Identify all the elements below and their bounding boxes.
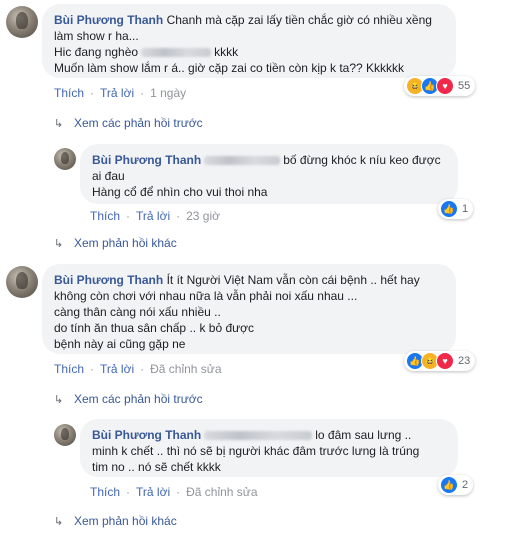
love-icon: ♥ <box>436 77 454 95</box>
like-button[interactable]: Thích <box>90 209 120 223</box>
reaction-count: 1 <box>462 203 469 215</box>
reply-arrow-icon: ↳ <box>54 238 64 250</box>
comment-text: tim no .. nó sẽ chết kkkk <box>92 460 221 474</box>
timestamp[interactable]: 23 giờ <box>186 209 220 223</box>
reaction-summary[interactable]: 👍 😆 ♥ 23 <box>404 351 476 371</box>
comment-author[interactable]: Bùi Phương Thanh <box>54 13 163 27</box>
comment-bubble: Bùi Phương Thanh bố đừng khóc k níu keo đ… <box>80 144 458 204</box>
reaction-count: 23 <box>458 355 471 367</box>
redacted-text <box>204 431 313 441</box>
reply-arrow-icon: ↳ <box>54 118 64 130</box>
avatar[interactable] <box>54 424 76 446</box>
comment-text: kkkk <box>214 45 239 59</box>
comment-bubble: Bùi Phương Thanh Chanh mà cặp zai lấy ti… <box>42 4 456 78</box>
view-previous-replies[interactable]: ↳ Xem các phản hồi trước <box>54 392 203 406</box>
like-icon: 👍 <box>440 476 458 494</box>
love-icon: ♥ <box>436 352 454 370</box>
comment-text: Muốn làm show lắm r á.. giờ cặp zai co t… <box>54 61 405 75</box>
comment-text: Chanh mà cặp zai lấy tiền chắc giờ có nh… <box>166 13 432 27</box>
reaction-summary[interactable]: 👍 1 <box>438 199 474 219</box>
view-previous-replies[interactable]: ↳ Xem các phản hồi trước <box>54 116 203 130</box>
like-button[interactable]: Thích <box>90 485 120 499</box>
comment-text: do tính ăn thua sân chấp .. k bỏ được <box>54 321 255 335</box>
reply-button[interactable]: Trả lời <box>100 86 134 100</box>
redacted-text <box>141 48 212 58</box>
comment-text: không còn chơi với nhau nữa là vẫn phải … <box>54 289 358 303</box>
comment-text: Hàng cổ để nhìn cho vui thoi nha <box>92 185 268 199</box>
reaction-summary[interactable]: 😆 👍 ♥ 55 <box>404 76 476 96</box>
reply-button[interactable]: Trả lời <box>100 362 134 376</box>
comment-text: Ít ít Người Việt Nam vẫn còn cái bệnh ..… <box>166 273 420 287</box>
reaction-count: 2 <box>462 479 469 491</box>
comment-text: bệnh này ai cũng gặp ne <box>54 337 186 351</box>
view-more-replies[interactable]: ↳ Xem phản hồi khác <box>54 514 177 528</box>
comment-text: làm show r ha... <box>54 29 139 43</box>
reply-button[interactable]: Trả lời <box>136 209 170 223</box>
reply-arrow-icon: ↳ <box>54 516 64 528</box>
comment-text: ai đau <box>92 169 125 183</box>
timestamp[interactable]: 1 ngày <box>150 86 186 100</box>
comment-actions: Thích · Trả lời · 1 ngày <box>54 86 187 100</box>
comment-author[interactable]: Bùi Phương Thanh <box>92 428 201 442</box>
comment-text: bố đừng khóc k níu keo được <box>283 153 441 167</box>
comment-text: minh k chết .. thì nó sẽ bị người khác đ… <box>92 444 420 458</box>
comment-bubble: Bùi Phương Thanh lo đâm sau lưng .. minh … <box>80 419 458 477</box>
redacted-text <box>204 156 281 166</box>
reaction-summary[interactable]: 👍 2 <box>438 475 474 495</box>
reply-button[interactable]: Trả lời <box>136 485 170 499</box>
edited-label[interactable]: Đã chỉnh sửa <box>150 362 221 376</box>
comment-author[interactable]: Bùi Phương Thanh <box>92 153 201 167</box>
avatar[interactable] <box>6 6 38 38</box>
comment-bubble: Bùi Phương Thanh Ít ít Người Việt Nam vẫ… <box>42 264 456 354</box>
view-more-replies[interactable]: ↳ Xem phản hồi khác <box>54 236 177 250</box>
comment-text: càng thân càng nói xấu nhiều .. <box>54 305 221 319</box>
avatar[interactable] <box>54 148 76 170</box>
avatar[interactable] <box>6 266 38 298</box>
like-button[interactable]: Thích <box>54 86 84 100</box>
like-button[interactable]: Thích <box>54 362 84 376</box>
edited-label[interactable]: Đã chỉnh sửa <box>186 485 257 499</box>
reaction-count: 55 <box>458 80 471 92</box>
comment-actions: Thích · Trả lời · 23 giờ <box>90 209 220 223</box>
comment-text: lo đâm sau lưng .. <box>315 428 412 442</box>
comment-author[interactable]: Bùi Phương Thanh <box>54 273 163 287</box>
like-icon: 👍 <box>440 200 458 218</box>
comment-actions: Thích · Trả lời · Đã chỉnh sửa <box>54 362 222 376</box>
comment-text: Hic đang nghèo <box>54 45 139 59</box>
comment-actions: Thích · Trả lời · Đã chỉnh sửa <box>90 485 258 499</box>
reply-arrow-icon: ↳ <box>54 394 64 406</box>
